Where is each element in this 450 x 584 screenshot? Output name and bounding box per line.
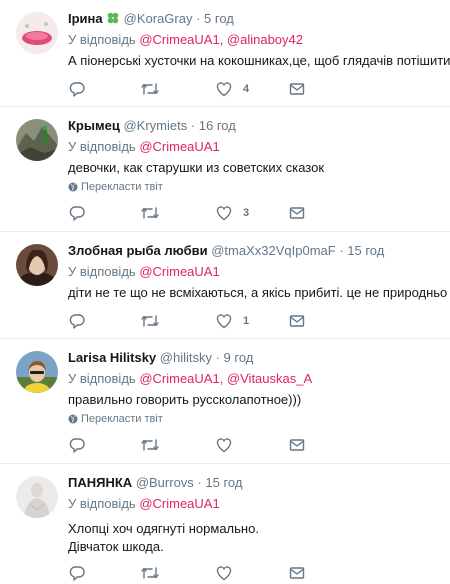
heart-icon[interactable] [215, 80, 233, 98]
retweet-icon[interactable] [140, 204, 160, 222]
like-count: 4 [243, 83, 250, 95]
separator-dot: · [192, 11, 205, 26]
author-name[interactable]: Ірина [68, 11, 103, 26]
tweet-actions: 4 [68, 76, 440, 106]
author-handle[interactable]: @Burrovs [136, 475, 194, 490]
reply-mentions[interactable]: @CrimeaUA1, @Vitauskas_A [139, 371, 312, 386]
author-handle[interactable]: @KoraGray [124, 11, 193, 26]
reply-context: У відповідь @CrimeaUA1 [68, 495, 440, 513]
heart-icon[interactable] [215, 564, 233, 582]
retweet-icon[interactable] [140, 312, 160, 330]
like-button[interactable] [215, 436, 233, 454]
heart-icon[interactable] [215, 436, 233, 454]
reply-prefix: У відповідь [68, 371, 136, 386]
reply-mentions[interactable]: @CrimeaUA1 [139, 496, 219, 511]
reply-context: У відповідь @CrimeaUA1 [68, 138, 440, 156]
timestamp[interactable]: 15 год [347, 243, 384, 258]
avatar[interactable] [16, 476, 58, 518]
tweet-actions [68, 560, 440, 584]
translate-label[interactable]: Перекласти твіт [81, 413, 163, 425]
tweet-text: діти не те що не всміхаються, а якісь пр… [68, 285, 448, 300]
reply-mentions[interactable]: @CrimeaUA1 [139, 139, 219, 154]
translate-link[interactable]: Перекласти твіт [68, 412, 440, 426]
like-button[interactable] [215, 564, 233, 582]
translate-label[interactable]: Перекласти твіт [81, 181, 163, 193]
reply-prefix: У відповідь [68, 496, 136, 511]
tweet-text: Хлопці хоч одягнуті нормально. Дівчаток … [68, 520, 440, 556]
author-handle[interactable]: @Krymiets [123, 118, 187, 133]
author-handle[interactable]: @hilitsky [160, 350, 212, 365]
reply-icon[interactable] [68, 436, 86, 454]
reply-feed: Ірина @KoraGray · 5 год У відповідь @Crim… [0, 0, 450, 584]
reply-context: У відповідь @CrimeaUA1, @alinaboy42 [68, 31, 440, 49]
author-name[interactable]: ПАНЯНКА [68, 475, 132, 490]
tweet[interactable]: Ірина @KoraGray · 5 год У відповідь @Crim… [0, 0, 450, 107]
reply-prefix: У відповідь [68, 32, 136, 47]
reply-icon[interactable] [68, 204, 86, 222]
globe-icon [68, 182, 78, 192]
like-button[interactable]: 1 [215, 312, 249, 330]
retweet-icon[interactable] [140, 564, 160, 582]
timestamp[interactable]: 16 год [199, 118, 236, 133]
reply-mentions[interactable]: @CrimeaUA1 [139, 264, 219, 279]
reply-context: У відповідь @CrimeaUA1 [68, 263, 440, 281]
tweet[interactable]: Larisa Hilitsky @hilitsky · 9 год У відп… [0, 339, 450, 464]
reply-context: У відповідь @CrimeaUA1, @Vitauskas_A [68, 370, 440, 388]
envelope-icon[interactable] [288, 564, 306, 582]
tweet-actions: 1 [68, 308, 440, 338]
avatar[interactable] [16, 12, 58, 54]
author-handle[interactable]: @tmaXx32VqIp0maF [211, 243, 335, 258]
reply-prefix: У відповідь [68, 139, 136, 154]
author-name[interactable]: Злобная рыба любви [68, 243, 208, 258]
like-count: 1 [243, 315, 250, 327]
like-button[interactable]: 4 [215, 80, 249, 98]
heart-icon[interactable] [215, 312, 233, 330]
tweet[interactable]: ПАНЯНКА @Burrovs · 15 год У відповідь @C… [0, 464, 450, 584]
tweet-text: девочки, как старушки из советских сказо… [68, 160, 325, 175]
like-button[interactable]: 3 [215, 204, 249, 222]
reply-icon[interactable] [68, 312, 86, 330]
clover-icon [106, 11, 120, 28]
tweet-text-line: Дівчаток шкода. [68, 539, 164, 554]
separator-dot: · [193, 475, 206, 490]
globe-icon [68, 414, 78, 424]
tweet-text: А піонерські хусточки на кокошниках,це, … [68, 53, 450, 68]
separator-dot: · [211, 350, 224, 365]
heart-icon[interactable] [215, 204, 233, 222]
tweet-text: правильно говорить руссколапотное))) [68, 392, 302, 407]
reply-mentions[interactable]: @CrimeaUA1, @alinaboy42 [139, 32, 303, 47]
like-count: 3 [243, 207, 250, 219]
author-name[interactable]: Крымец [68, 118, 120, 133]
author-name[interactable]: Larisa Hilitsky [68, 350, 156, 365]
timestamp[interactable]: 5 год [204, 11, 234, 26]
tweet-actions [68, 432, 440, 462]
reply-prefix: У відповідь [68, 264, 136, 279]
tweet[interactable]: Крымец @Krymiets · 16 год У відповідь @C… [0, 107, 450, 232]
envelope-icon[interactable] [288, 312, 306, 330]
translate-link[interactable]: Перекласти твіт [68, 180, 440, 194]
timestamp[interactable]: 15 год [205, 475, 242, 490]
reply-icon[interactable] [68, 564, 86, 582]
timestamp[interactable]: 9 год [224, 350, 254, 365]
avatar[interactable] [16, 119, 58, 161]
separator-dot: · [187, 118, 199, 133]
avatar[interactable] [16, 351, 58, 393]
envelope-icon[interactable] [288, 436, 306, 454]
retweet-icon[interactable] [140, 80, 160, 98]
retweet-icon[interactable] [140, 436, 160, 454]
avatar[interactable] [16, 244, 58, 286]
envelope-icon[interactable] [288, 80, 306, 98]
separator-dot: · [335, 243, 348, 258]
tweet[interactable]: Злобная рыба любви @tmaXx32VqIp0maF · 15… [0, 232, 450, 339]
envelope-icon[interactable] [288, 204, 306, 222]
reply-icon[interactable] [68, 80, 86, 98]
tweet-text-line: Хлопці хоч одягнуті нормально. [68, 521, 259, 536]
tweet-actions: 3 [68, 200, 440, 230]
